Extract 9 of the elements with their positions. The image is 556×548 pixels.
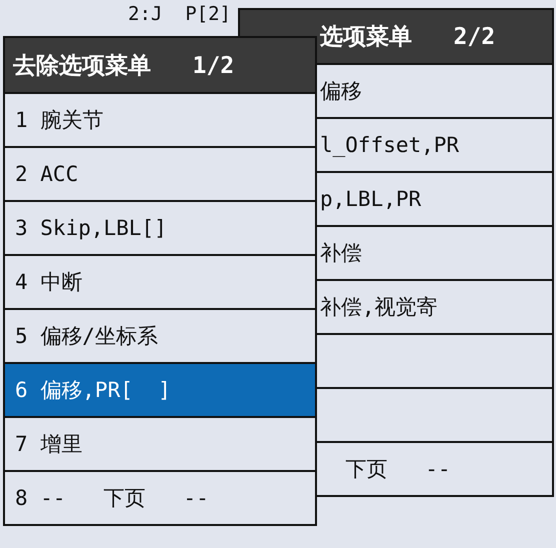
- menu-item[interactable]: 1 腕关节: [5, 94, 315, 148]
- program-line: 2:J P[2]: [128, 3, 231, 25]
- menu-item[interactable]: 8 -- 下页 --: [5, 472, 315, 524]
- menu-title: 去除选项菜单 1/2: [5, 38, 315, 94]
- menu-item[interactable]: 6 偏移,PR[ ]: [5, 364, 315, 418]
- menu-item[interactable]: 2 ACC: [5, 148, 315, 202]
- menu-item[interactable]: 3 Skip,LBL[]: [5, 202, 315, 256]
- menu-item[interactable]: 4 中断: [5, 256, 315, 310]
- menu-item[interactable]: 7 增里: [5, 418, 315, 472]
